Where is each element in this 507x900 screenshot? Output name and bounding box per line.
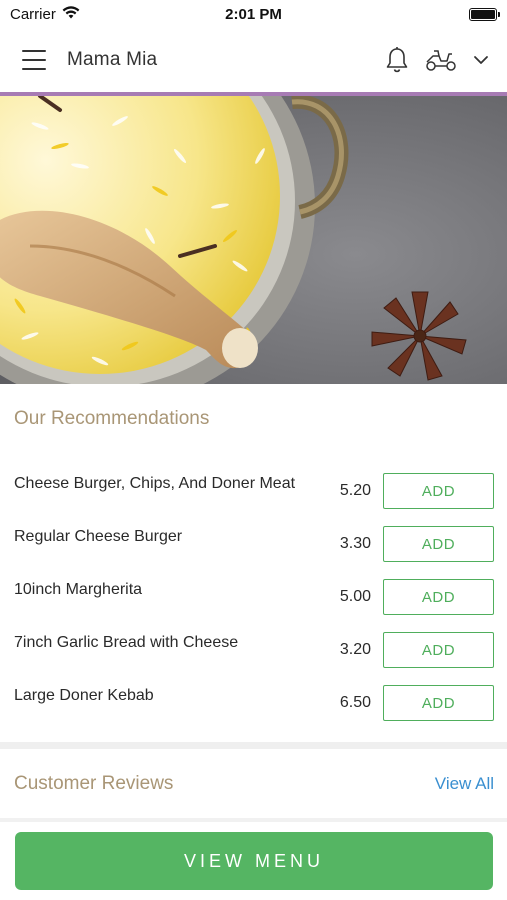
add-button[interactable]: ADD [383,685,494,721]
item-name: Large Doner Kebab [14,687,154,704]
recommendations-title: Our Recommendations [14,408,210,429]
list-item: 10inch Margherita 5.00 ADD [0,570,507,623]
item-price: 5.20 [339,482,371,499]
hamburger-menu-icon[interactable] [22,50,46,70]
status-left: Carrier [10,6,80,23]
carrier-label: Carrier [10,5,56,23]
item-name: Cheese Burger, Chips, And Doner Meat [14,475,296,492]
chevron-down-icon[interactable] [473,54,489,66]
hero-image [0,96,507,384]
section-divider [0,742,507,749]
list-item: Cheese Burger, Chips, And Doner Meat 5.2… [0,464,507,517]
view-all-reviews-link[interactable]: View All [435,774,494,794]
list-item: 7inch Garlic Bread with Cheese 3.20 ADD [0,623,507,676]
scooter-icon[interactable] [425,48,457,72]
list-item: Large Doner Kebab 6.50 ADD [0,676,507,729]
app-header: Mama Mia [0,28,507,92]
add-button[interactable]: ADD [383,579,494,615]
reviews-title: Customer Reviews [14,773,174,794]
wifi-icon [62,5,80,23]
recommendations-list: Cheese Burger, Chips, And Doner Meat 5.2… [0,464,507,729]
item-price: 6.50 [339,694,371,711]
item-price: 5.00 [339,588,371,605]
item-name: Regular Cheese Burger [14,528,183,545]
list-item: Regular Cheese Burger 3.30 ADD [0,517,507,570]
view-menu-button[interactable]: VIEW MENU [15,832,493,890]
status-bar: Carrier 2:01 PM [0,0,507,28]
item-name: 7inch Garlic Bread with Cheese [14,634,239,651]
bell-icon[interactable] [385,46,409,74]
item-price: 3.20 [339,641,371,658]
page-title: Mama Mia [67,49,158,70]
add-button[interactable]: ADD [383,473,494,509]
item-price: 3.30 [339,535,371,552]
header-actions [385,46,489,74]
bottom-divider [0,818,507,822]
add-button[interactable]: ADD [383,526,494,562]
battery-icon [469,7,500,21]
item-name: 10inch Margherita [14,581,143,598]
add-button[interactable]: ADD [383,632,494,668]
